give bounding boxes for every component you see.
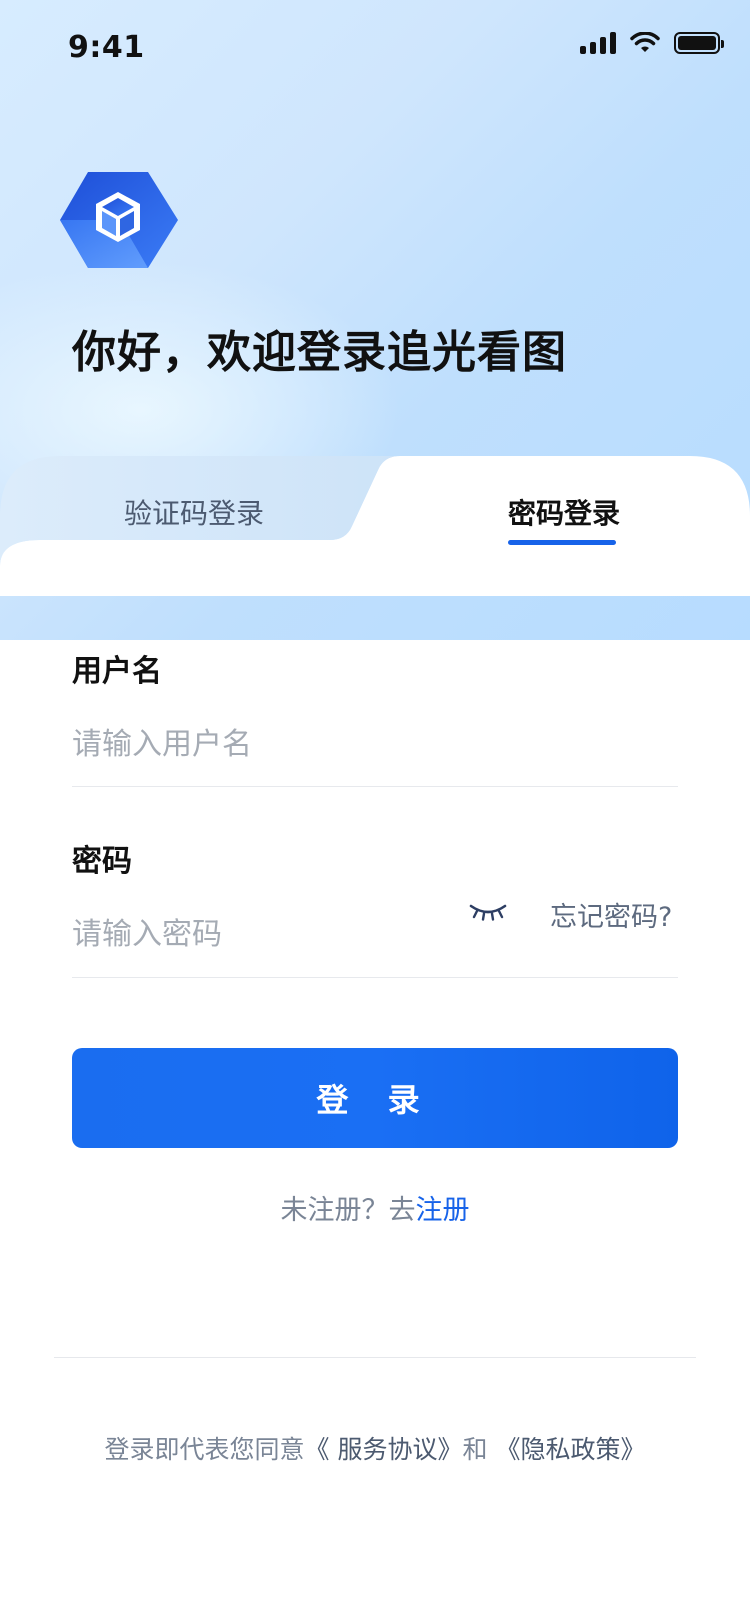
wifi-icon — [630, 32, 660, 52]
agreement-text: 登录即代表您同意《 服务协议》和 《隐私政策》 — [0, 1430, 750, 1466]
eye-closed-icon[interactable] — [468, 900, 508, 924]
tab-verification-code-login[interactable]: 验证码登录 — [124, 492, 264, 532]
register-prompt: 未注册？去注册 — [0, 1188, 750, 1227]
battery-icon — [674, 32, 724, 54]
username-divider — [72, 786, 678, 787]
status-bar: 9:41 — [0, 0, 750, 96]
username-input[interactable] — [72, 722, 492, 766]
password-divider — [72, 977, 678, 978]
agreement-and: 和 — [462, 1435, 488, 1464]
status-time: 9:41 — [68, 30, 145, 65]
cellular-signal-icon — [580, 32, 616, 54]
agreement-prefix: 登录即代表您同意 — [104, 1435, 305, 1464]
forgot-password-link[interactable]: 忘记密码? — [550, 895, 672, 934]
tab-password-login[interactable]: 密码登录 — [508, 492, 620, 532]
login-button[interactable]: 登 录 — [72, 1048, 678, 1148]
register-link[interactable]: 注册 — [416, 1195, 470, 1226]
status-icons — [580, 32, 724, 54]
login-screen: 9:41 你好，欢迎登录追光看图 验证码登录 密码登录 用户名 请输入用户名 密… — [0, 0, 750, 1624]
service-agreement-link[interactable]: 《 服务协议》 — [305, 1435, 463, 1464]
password-input[interactable] — [72, 912, 432, 956]
tab-active-indicator — [508, 540, 616, 545]
privacy-policy-link[interactable]: 《隐私政策》 — [495, 1435, 645, 1464]
username-label: 用户名 — [72, 654, 162, 689]
app-logo-icon — [60, 172, 178, 268]
login-tabs: 验证码登录 密码登录 — [0, 456, 750, 596]
password-label: 密码 — [72, 844, 132, 879]
welcome-title: 你好，欢迎登录追光看图 — [72, 327, 567, 378]
register-prefix: 未注册？去 — [280, 1195, 416, 1226]
footer-divider — [54, 1357, 696, 1358]
